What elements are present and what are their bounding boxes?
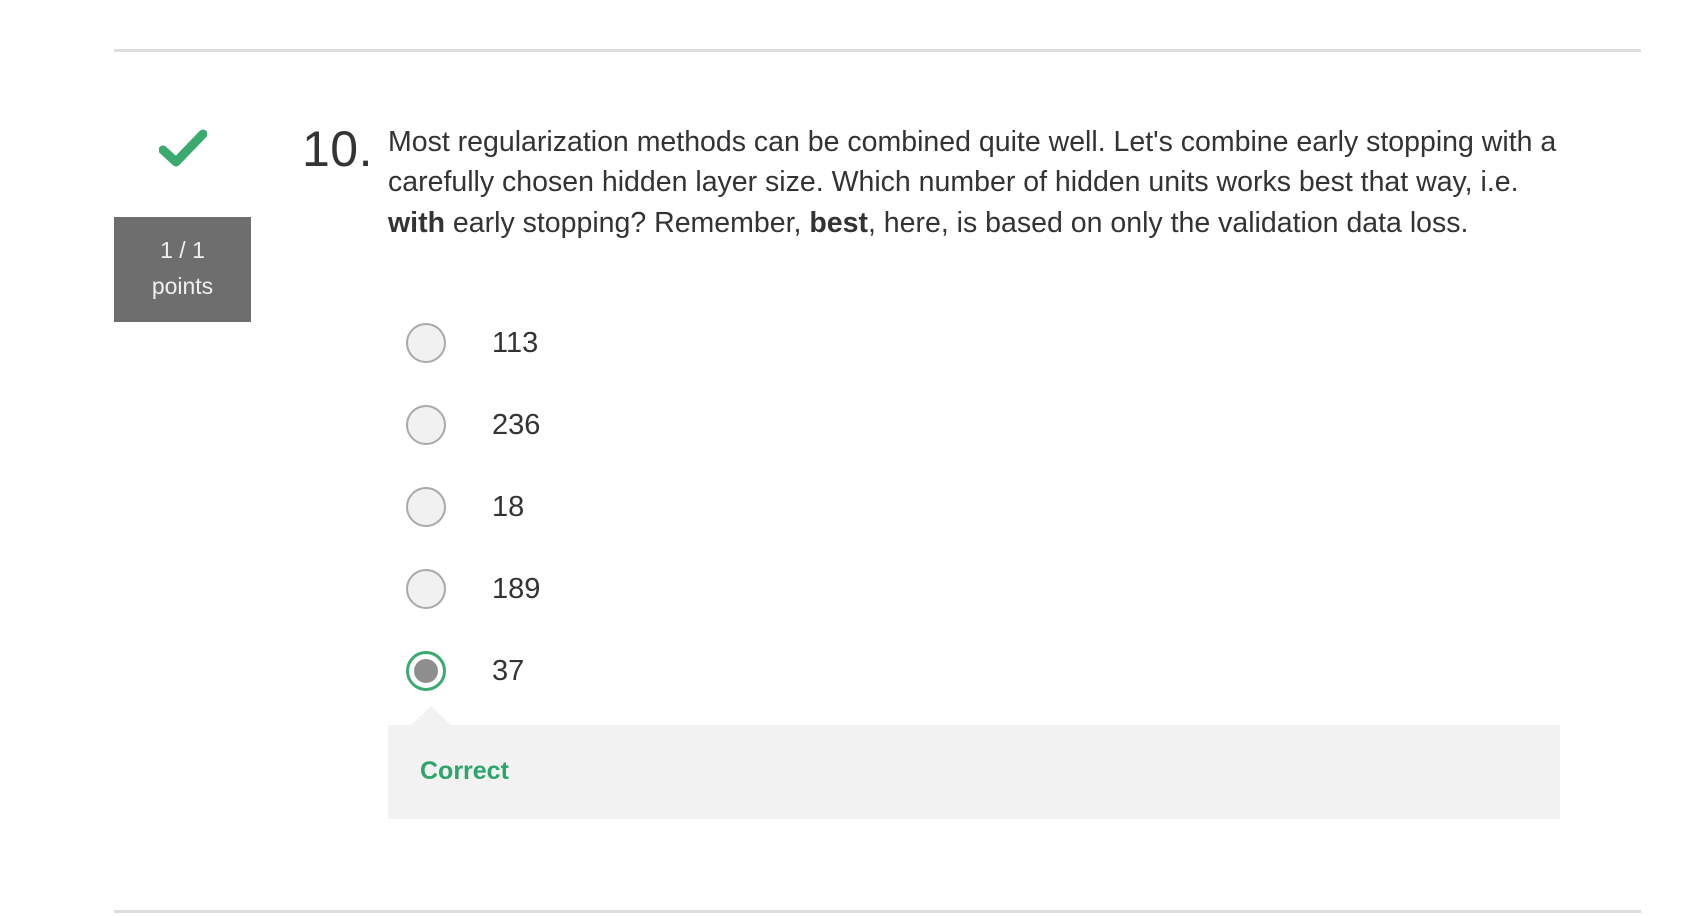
question-text-part: Most regularization methods can be combi… [388,126,1557,199]
radio-button[interactable] [406,405,446,445]
points-badge: 1 / 1 points [114,217,251,322]
question-text-emphasis: with [388,206,445,239]
answer-option-label[interactable]: 236 [492,403,540,447]
question-text-part: , here, is based on only the validation … [867,206,1469,239]
answer-option-label[interactable]: 18 [492,485,524,529]
points-score: 1 / 1 [160,237,205,263]
feedback-pointer [411,706,451,725]
question-text-emphasis: best [809,206,868,239]
points-unit: points [151,273,214,299]
answer-option-label[interactable]: 189 [492,567,540,611]
question-prompt: Most regularization methods can be combi… [388,122,1568,243]
radio-button[interactable] [406,487,446,527]
answer-option-label[interactable]: 37 [492,649,524,693]
question-status-column: 1 / 1 points [114,120,251,322]
radio-button[interactable] [406,323,446,363]
answer-feedback-box: Correct [388,706,1560,819]
answer-option-label[interactable]: 113 [492,321,538,365]
radio-button[interactable] [406,569,446,609]
question-text-part: early stopping? Remember, [445,206,810,239]
bottom-divider [114,910,1641,913]
checkmark-icon [158,129,207,167]
quiz-question-page: 1 / 1 points 10. Most regularization met… [0,0,1698,916]
top-divider [114,49,1641,52]
radio-button-selected[interactable] [406,651,446,691]
question-number: 10. [302,121,374,177]
feedback-status-text: Correct [420,757,509,785]
